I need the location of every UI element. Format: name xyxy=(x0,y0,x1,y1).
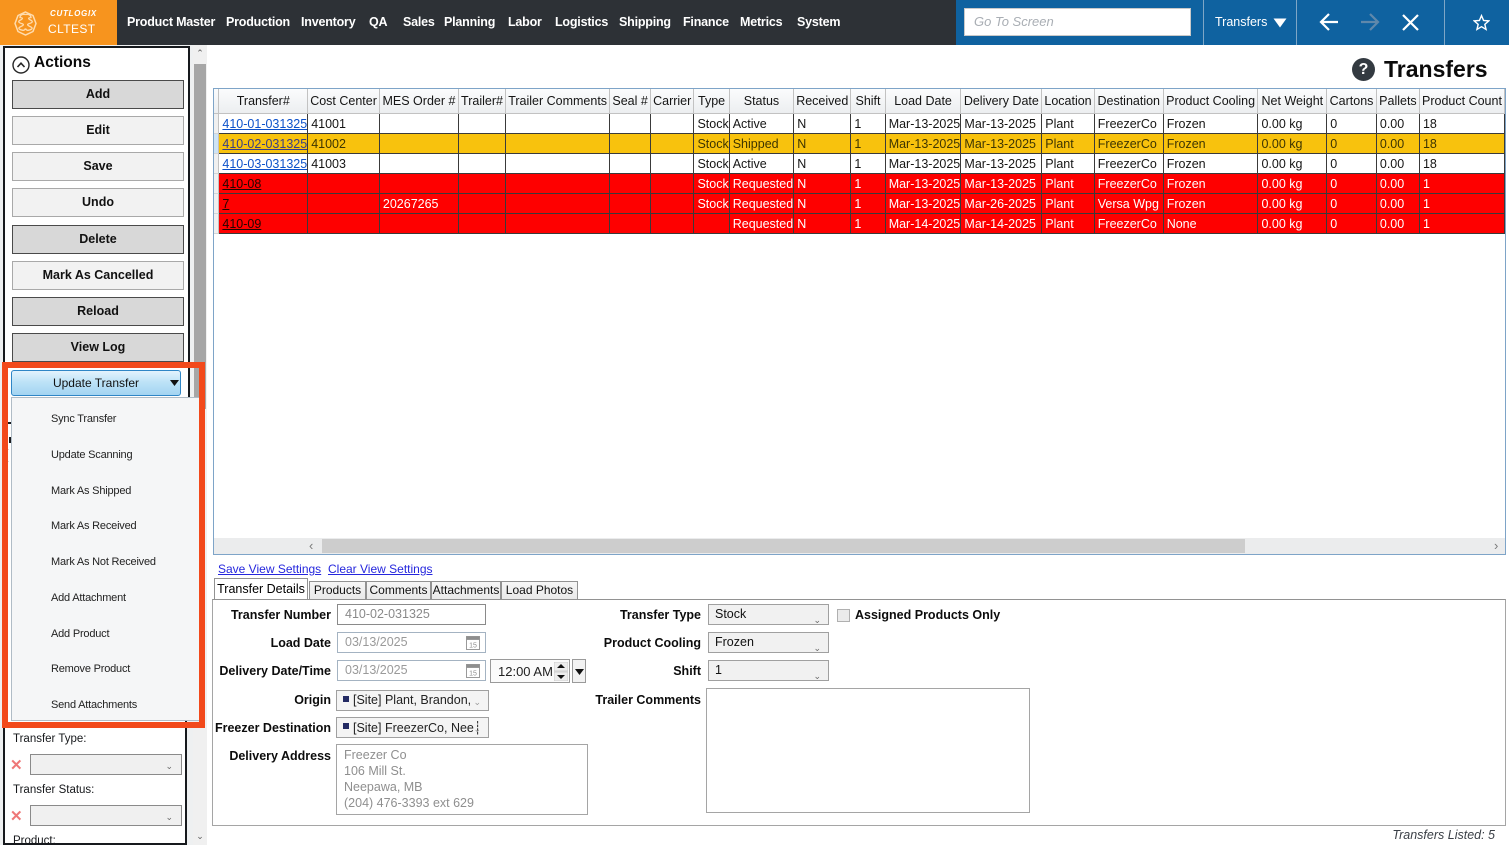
svg-text:15: 15 xyxy=(469,643,477,650)
svg-text:15: 15 xyxy=(469,671,477,678)
